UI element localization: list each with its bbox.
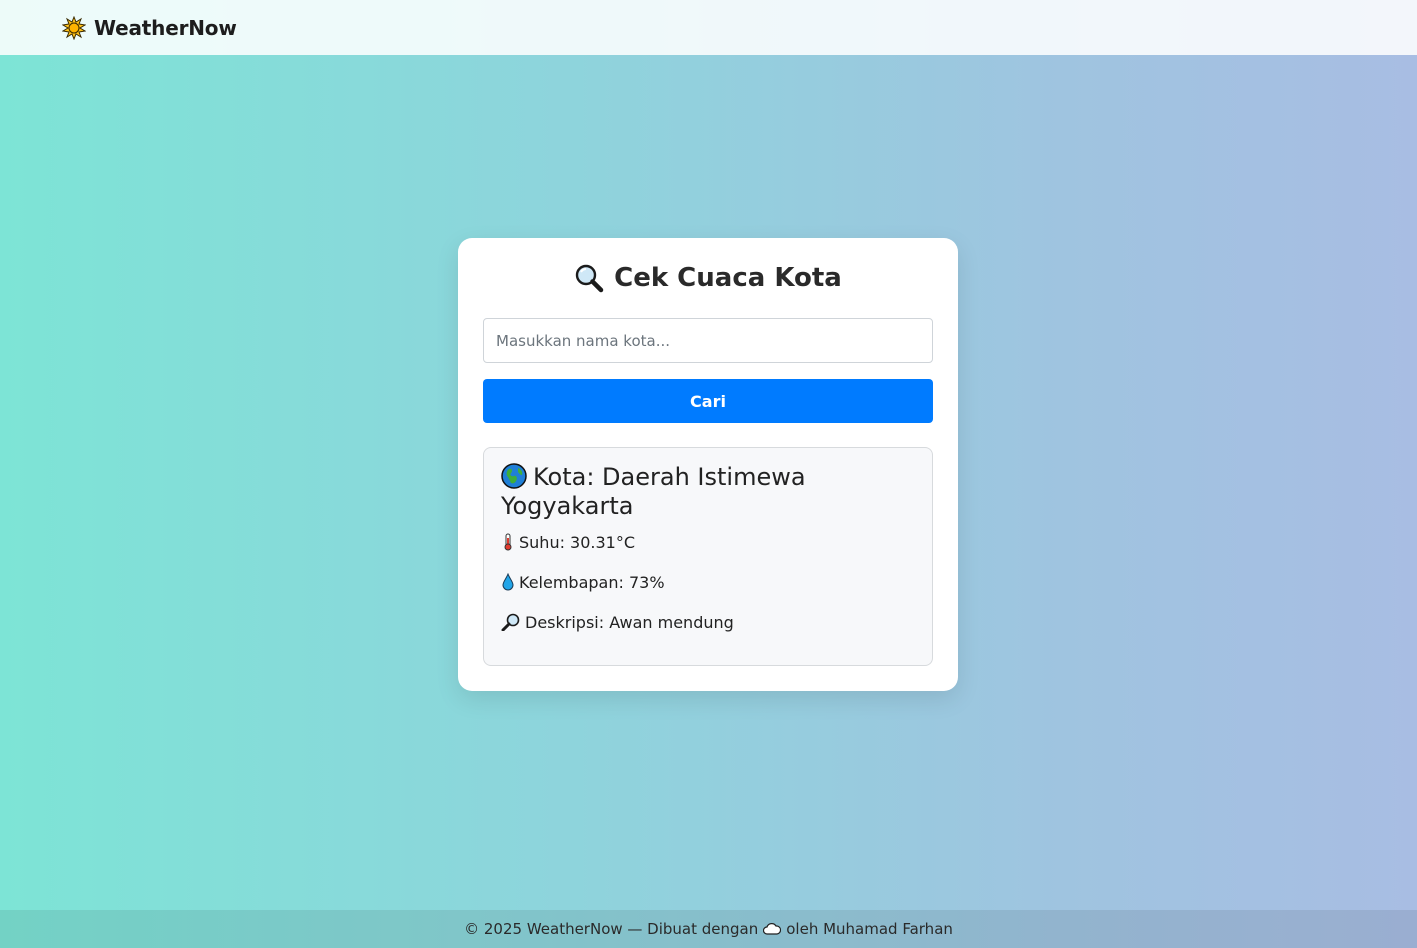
thermometer-icon [501, 533, 515, 551]
magnifying-glass-icon [501, 613, 521, 632]
footer-text-before: © 2025 WeatherNow — Dibuat dengan [464, 920, 759, 938]
temperature-row: Suhu: 30.31°C [501, 531, 915, 553]
footer: © 2025 WeatherNow — Dibuat dengan oleh M… [0, 910, 1417, 948]
description-text: Deskripsi: Awan mendung [525, 612, 734, 632]
droplet-icon [501, 572, 515, 591]
globe-icon [501, 463, 527, 489]
footer-text-after: oleh Muhamad Farhan [786, 920, 953, 938]
description-row: Deskripsi: Awan mendung [501, 611, 915, 633]
city-search-input[interactable] [483, 318, 933, 363]
search-button[interactable]: Cari [483, 379, 933, 423]
card-title-text: Cek Cuaca Kota [614, 263, 842, 293]
weather-card: Cek Cuaca Kota Cari Kota: Daerah Istimew… [458, 238, 958, 691]
card-title: Cek Cuaca Kota [483, 263, 933, 293]
brand-name: WeatherNow [94, 15, 237, 40]
brand[interactable]: WeatherNow [61, 15, 237, 40]
result-city-text: Kota: Daerah Istimewa Yogyakarta [501, 463, 806, 520]
humidity-text: Kelembapan: 73% [519, 572, 665, 592]
navbar: WeatherNow [0, 0, 1417, 55]
magnifying-glass-icon [574, 263, 604, 293]
result-city: Kota: Daerah Istimewa Yogyakarta [501, 463, 915, 521]
temperature-text: Suhu: 30.31°C [519, 532, 636, 552]
sun-behind-cloud-icon [61, 15, 87, 40]
weather-result-panel: Kota: Daerah Istimewa Yogyakarta Suhu: 3… [483, 447, 933, 666]
humidity-row: Kelembapan: 73% [501, 571, 915, 593]
cloud-icon [763, 922, 782, 936]
